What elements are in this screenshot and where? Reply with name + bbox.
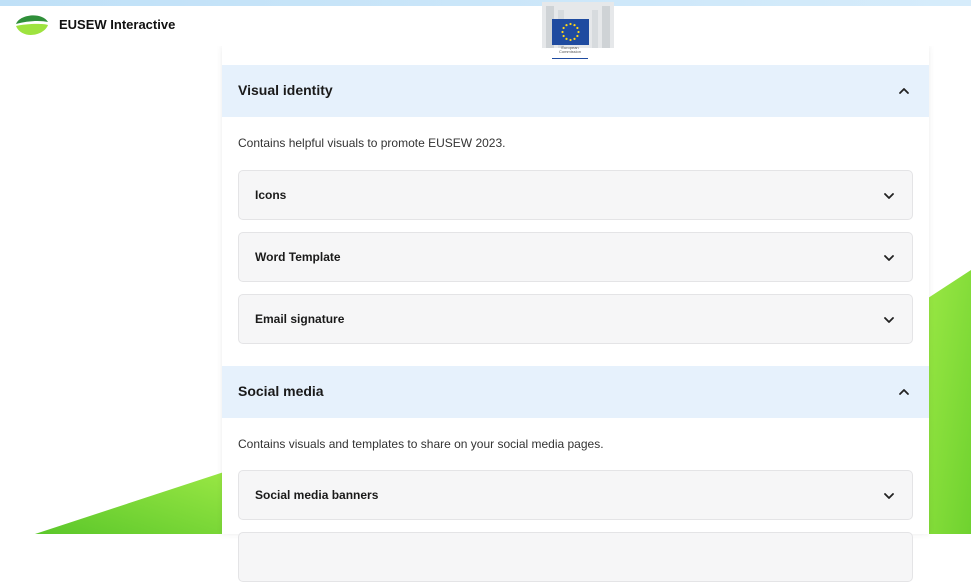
chevron-down-icon[interactable] [882,251,896,265]
accordion-item-label: Word Template [255,250,341,264]
chevron-up-icon[interactable] [897,84,911,98]
section-header-social-media[interactable]: Social media [222,366,929,418]
chevron-down-icon[interactable] [882,313,896,327]
chevron-down-icon[interactable] [882,189,896,203]
chevron-up-icon[interactable] [897,385,911,399]
eusew-logo-icon[interactable] [14,12,50,40]
accordion-item-label: Social media banners [255,488,379,502]
accordion-panel: Visual identity Contains helpful visuals… [222,46,929,582]
section-description: Contains helpful visuals to promote EUSE… [238,136,506,150]
accordion-item-word-template[interactable]: Word Template [238,232,913,282]
section-header-visual-identity[interactable]: Visual identity [222,65,929,117]
accordion-item-social-media-banners[interactable]: Social media banners [238,470,913,520]
accordion-item-label: Email signature [255,312,345,326]
brand-title[interactable]: EUSEW Interactive [59,17,175,32]
accordion-item-email-signature[interactable]: Email signature [238,294,913,344]
ec-logo-caption: European Commission [558,45,581,54]
section-description: Contains visuals and templates to share … [238,437,604,451]
chevron-down-icon[interactable] [882,489,896,503]
site-header: EUSEW Interactive [0,6,971,46]
accordion-item-label: Icons [255,188,287,202]
accordion-item-icons[interactable]: Icons [238,170,913,220]
section-title: Visual identity [238,82,333,98]
section-title: Social media [238,383,324,399]
accordion-item-partial[interactable] [238,532,913,582]
